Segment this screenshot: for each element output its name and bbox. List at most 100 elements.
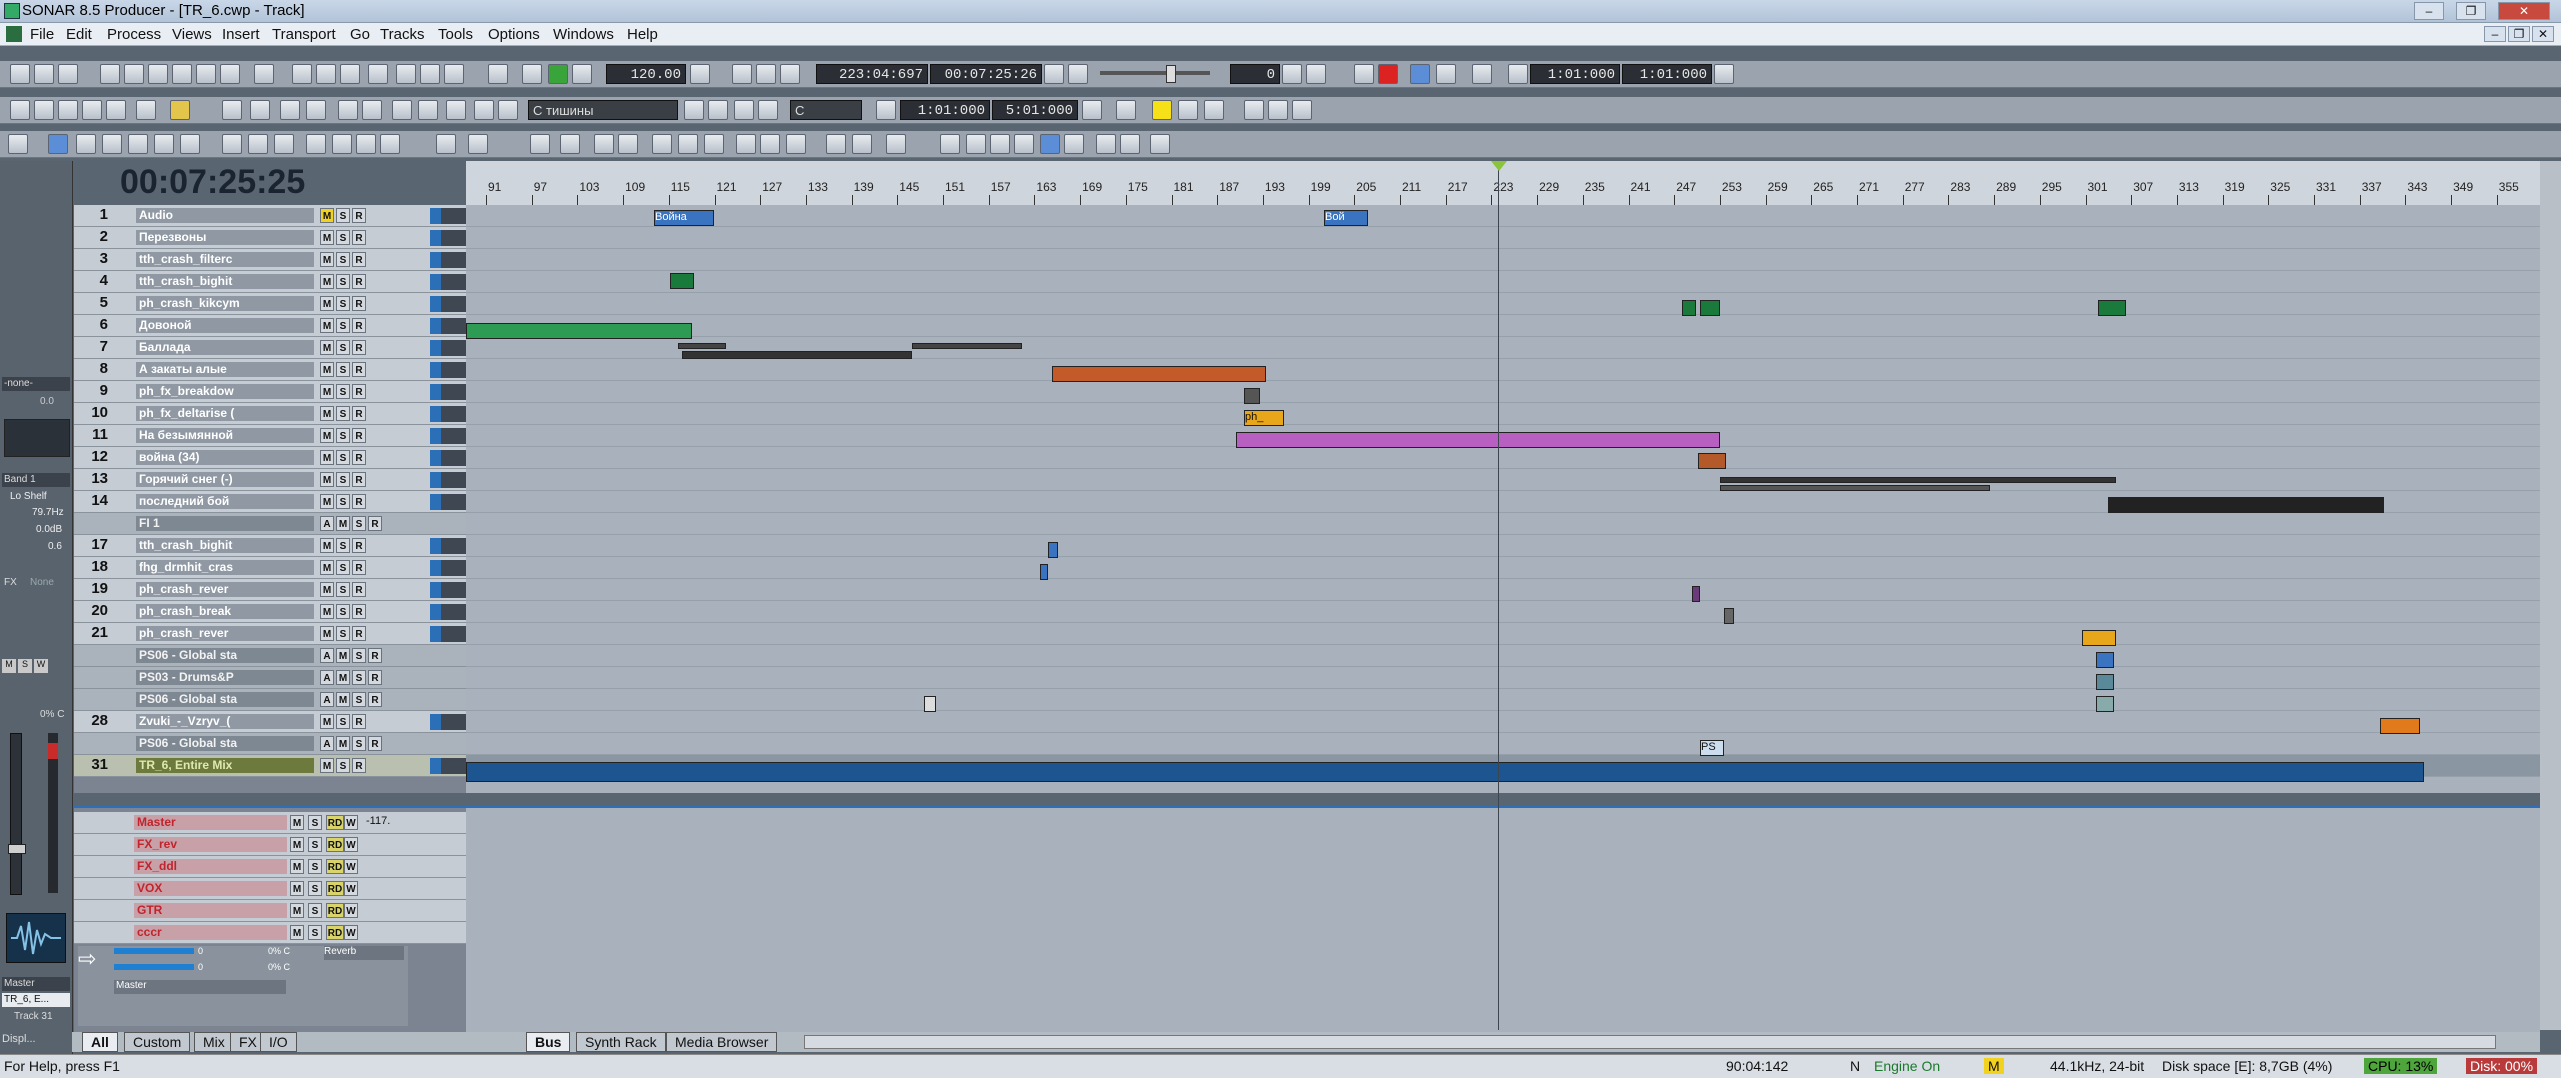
- clip-track5-a[interactable]: [1682, 300, 1696, 316]
- bus-rd-button[interactable]: RD: [326, 837, 344, 852]
- track-name[interactable]: PS03 - Drums&P: [136, 670, 314, 685]
- track-m-button[interactable]: M: [320, 560, 334, 575]
- track-view-menu-icon[interactable]: [1014, 134, 1034, 154]
- track-name[interactable]: ph_crash_kikcym: [136, 296, 314, 311]
- track-r-button[interactable]: R: [352, 296, 366, 311]
- track-m-button[interactable]: M: [336, 648, 350, 663]
- track-r-button[interactable]: R: [352, 714, 366, 729]
- track-r-button[interactable]: R: [352, 274, 366, 289]
- inspector-mute-button[interactable]: M: [2, 659, 16, 673]
- bus-header[interactable]: cccr M S RD W: [74, 922, 466, 944]
- save-icon[interactable]: [58, 64, 78, 84]
- rewind-start-icon[interactable]: [292, 64, 312, 84]
- timeline-icon[interactable]: [274, 134, 294, 154]
- track-header[interactable]: PS06 - Global sta A M S R: [74, 733, 466, 755]
- track-r-button[interactable]: R: [368, 736, 382, 751]
- track-lane[interactable]: [466, 205, 2540, 227]
- track-name[interactable]: FI 1: [136, 516, 314, 531]
- volume-slider[interactable]: [1100, 65, 1210, 83]
- fit-icon[interactable]: [966, 134, 986, 154]
- track-lane[interactable]: [466, 227, 2540, 249]
- track-header[interactable]: PS06 - Global sta A M S R: [74, 689, 466, 711]
- now-marker-flag[interactable]: [1491, 161, 1507, 171]
- track-r-button[interactable]: R: [368, 648, 382, 663]
- loop-start-icon[interactable]: [1508, 64, 1528, 84]
- selection-len-icon[interactable]: [1082, 100, 1102, 120]
- track-header[interactable]: 6 Довоной M S R: [74, 315, 466, 337]
- clip-track5-b[interactable]: [1700, 300, 1720, 316]
- clip-display-icon[interactable]: [530, 134, 550, 154]
- play-icon[interactable]: [368, 64, 388, 84]
- bus-m-button[interactable]: M: [290, 925, 304, 940]
- marker-icon[interactable]: [1282, 64, 1302, 84]
- track-name[interactable]: fhg_drmhit_cras: [136, 560, 314, 575]
- track-s-button[interactable]: S: [336, 296, 350, 311]
- clip-track4[interactable]: [670, 273, 694, 289]
- clip-track1-a[interactable]: Война: [654, 210, 714, 226]
- meter-view-icon[interactable]: [280, 100, 300, 120]
- arrange-icon[interactable]: [826, 134, 846, 154]
- track-header[interactable]: FI 1 AMSR: [74, 513, 466, 535]
- track-s-button[interactable]: S: [336, 758, 350, 773]
- now-time-smpte[interactable]: 00:07:25:26: [930, 64, 1042, 84]
- track-name[interactable]: tth_crash_bighit: [136, 538, 314, 553]
- track-header[interactable]: 14 последний бой M S R: [74, 491, 466, 513]
- send1-pan[interactable]: 0% C: [268, 946, 290, 956]
- track-a-button[interactable]: A: [320, 692, 334, 707]
- menu-insert[interactable]: Insert: [222, 26, 260, 43]
- cut-icon[interactable]: [100, 64, 120, 84]
- track-name[interactable]: ph_fx_breakdow: [136, 384, 314, 399]
- track-m-button[interactable]: M: [320, 340, 334, 355]
- redo-icon[interactable]: [196, 64, 216, 84]
- track-name[interactable]: На безымянной: [136, 428, 314, 443]
- marker-insert-icon[interactable]: [1152, 100, 1172, 120]
- fx-bin[interactable]: None: [30, 577, 54, 588]
- send1-slider[interactable]: [114, 948, 194, 954]
- track-s-button[interactable]: S: [336, 582, 350, 597]
- send2-pan[interactable]: 0% C: [268, 962, 290, 972]
- track-s-button[interactable]: S: [352, 736, 366, 751]
- track-options-icon[interactable]: [8, 134, 28, 154]
- crossfade-tool-icon[interactable]: [760, 134, 780, 154]
- clips-pane[interactable]: Война Вой ph_ PS: [466, 205, 2540, 793]
- track-r-button[interactable]: R: [352, 230, 366, 245]
- track-s-button[interactable]: S: [336, 538, 350, 553]
- now-time-marker[interactable]: [1491, 161, 1507, 1030]
- tempo-display[interactable]: 120.00: [606, 64, 686, 84]
- copy-icon[interactable]: [124, 64, 144, 84]
- clip-ps03[interactable]: [2096, 674, 2114, 690]
- bus-header[interactable]: FX_rev M S RD W: [74, 834, 466, 856]
- track-s-button[interactable]: S: [336, 472, 350, 487]
- loop-end-field[interactable]: 1:01:000: [1622, 64, 1712, 84]
- fx-bin-reverb[interactable]: Reverb: [324, 946, 404, 960]
- bus-clips-pane[interactable]: [466, 806, 2540, 1032]
- marker-next-icon[interactable]: [1204, 100, 1224, 120]
- track-view-icon[interactable]: [10, 100, 30, 120]
- track-s-button[interactable]: S: [352, 670, 366, 685]
- bus-w-button[interactable]: W: [344, 815, 358, 830]
- video-view-icon[interactable]: [338, 100, 358, 120]
- step-seq-icon[interactable]: [498, 100, 518, 120]
- menu-windows[interactable]: Windows: [553, 26, 614, 43]
- track-name[interactable]: ph_crash_rever: [136, 626, 314, 641]
- track-m-button[interactable]: M: [320, 384, 334, 399]
- track-lane[interactable]: [466, 733, 2540, 755]
- track-name-field[interactable]: TR_6, E...: [2, 993, 70, 1007]
- track-s-button[interactable]: S: [336, 318, 350, 333]
- track-m-button[interactable]: M: [320, 406, 334, 421]
- mdi-restore-button[interactable]: ❐: [2508, 26, 2530, 42]
- now-options-icon[interactable]: [1068, 64, 1088, 84]
- send2-slider[interactable]: [114, 964, 194, 970]
- clip-track17[interactable]: [1048, 542, 1058, 558]
- menu-tracks[interactable]: Tracks: [380, 26, 424, 43]
- loop-end-icon[interactable]: [1714, 64, 1734, 84]
- audiosnap-icon[interactable]: [886, 134, 906, 154]
- now-config-icon[interactable]: [1044, 64, 1064, 84]
- display-toggle[interactable]: Displ...: [2, 1033, 36, 1045]
- track-m-button[interactable]: M: [320, 296, 334, 311]
- clip-track13-a[interactable]: [1720, 477, 2116, 483]
- minimize-button[interactable]: –: [2414, 2, 2444, 20]
- track-s-button[interactable]: S: [336, 362, 350, 377]
- selection-icon[interactable]: [876, 100, 896, 120]
- bus-s-button[interactable]: S: [308, 859, 322, 874]
